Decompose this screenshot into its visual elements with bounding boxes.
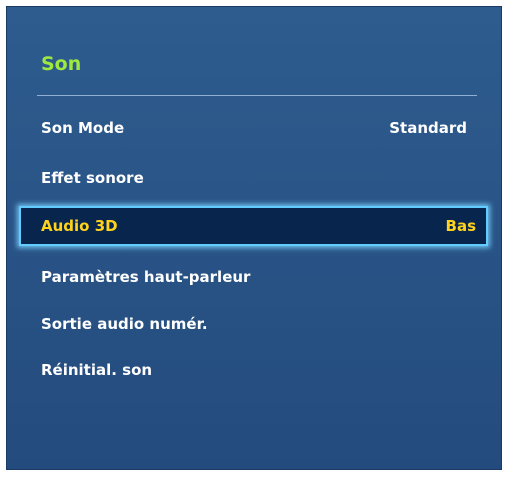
menu-item-audio-3d[interactable]: Audio 3D Bas [19, 206, 488, 246]
menu-item-effet-sonore[interactable]: Effet sonore [31, 158, 477, 198]
menu-item-label: Réinitial. son [41, 361, 153, 379]
menu-item-value: Bas [445, 217, 476, 235]
menu-item-label: Son Mode [41, 119, 125, 137]
menu-item-label: Sortie audio numér. [41, 315, 208, 333]
menu-item-reinitial-son[interactable]: Réinitial. son [31, 350, 477, 390]
menu-item-sortie-audio[interactable]: Sortie audio numér. [31, 304, 477, 344]
title-divider [37, 95, 477, 96]
menu-item-label: Paramètres haut-parleur [41, 268, 251, 286]
menu-item-son-mode[interactable]: Son Mode Standard [31, 108, 477, 148]
menu-title: Son [41, 53, 82, 75]
menu-item-label: Audio 3D [41, 217, 118, 235]
sound-menu-panel: Son Son Mode Standard Effet sonore Audio… [6, 6, 502, 470]
menu-item-label: Effet sonore [41, 169, 144, 187]
menu-item-value: Standard [389, 119, 467, 137]
menu-item-parametres-haut-parleur[interactable]: Paramètres haut-parleur [31, 257, 477, 297]
